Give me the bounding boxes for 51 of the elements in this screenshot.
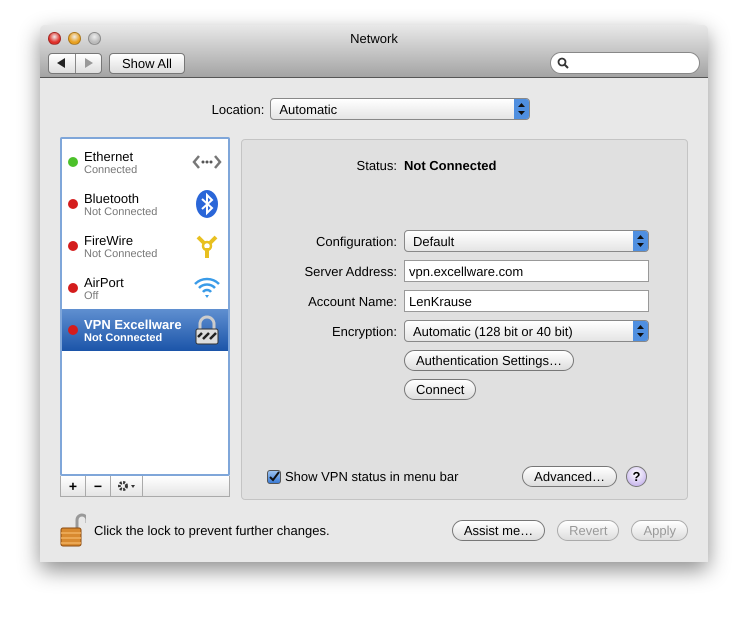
checkbox-label: Show VPN status in menu bar: [285, 469, 458, 484]
panel-button[interactable]: Authentication Settings…: [404, 350, 574, 371]
advanced-button[interactable]: Advanced…: [522, 466, 617, 487]
window-title: Network: [350, 30, 398, 46]
help-button[interactable]: ?: [626, 466, 647, 487]
service-status: Off: [84, 290, 100, 302]
location-label: Location:: [212, 102, 264, 116]
left-arrow-icon: [57, 58, 66, 68]
popup-menu[interactable]: Automatic (128 bit or 40 bit): [404, 320, 649, 342]
search-field[interactable]: [550, 52, 700, 74]
minimize-button[interactable]: [68, 32, 81, 44]
padlock-icon[interactable]: [60, 513, 86, 547]
service-item[interactable]: VPN Excellware Not Connected: [62, 309, 228, 351]
service-status: Not Connected: [84, 332, 164, 344]
service-name: Bluetooth: [84, 190, 140, 206]
status-value: Not Connected: [404, 158, 498, 173]
field-label: Account Name:: [307, 294, 397, 308]
status-label: Status:: [356, 158, 397, 173]
checkbox[interactable]: [267, 470, 281, 484]
add-button[interactable]: +: [61, 476, 86, 496]
service-item[interactable]: AirPort Off: [62, 267, 228, 309]
gear-icon: [116, 480, 136, 492]
service-status: Not Connected: [84, 206, 158, 218]
service-item[interactable]: FireWire Not Connected: [62, 225, 228, 267]
service-status: Connected: [84, 164, 138, 176]
service-name: AirPort: [84, 274, 125, 290]
close-button[interactable]: [48, 32, 61, 44]
stepper-icon: [633, 231, 648, 251]
field-label: Server Address:: [304, 264, 397, 278]
service-name: Ethernet: [84, 148, 134, 164]
lock-hint: Click the lock to prevent further changes.: [94, 522, 330, 538]
service-item[interactable]: Bluetooth Not Connected: [62, 183, 228, 225]
stepper-icon: [514, 99, 530, 119]
field-label: Encryption:: [330, 324, 397, 338]
remove-button[interactable]: −: [86, 476, 111, 496]
zoom-button[interactable]: [88, 32, 101, 44]
input-field[interactable]: LenKrause: [404, 290, 649, 312]
service-name: VPN Excellware: [84, 316, 183, 332]
service-status: Not Connected: [84, 248, 158, 260]
popup-menu[interactable]: Default: [404, 230, 649, 252]
location-popup[interactable]: Automatic: [270, 98, 530, 120]
show-all-button[interactable]: Show All: [109, 52, 185, 74]
service-name: FireWire: [84, 232, 134, 248]
panel-button[interactable]: Connect: [404, 379, 476, 400]
input-field[interactable]: vpn.excellware.com: [404, 260, 649, 282]
field-label: Configuration:: [315, 234, 397, 248]
footer-button[interactable]: Assist me…: [452, 520, 546, 540]
service-item[interactable]: Ethernet Connected: [62, 141, 228, 183]
stepper-icon: [633, 321, 648, 341]
search-icon: [557, 57, 569, 69]
right-arrow-icon: [84, 58, 93, 68]
